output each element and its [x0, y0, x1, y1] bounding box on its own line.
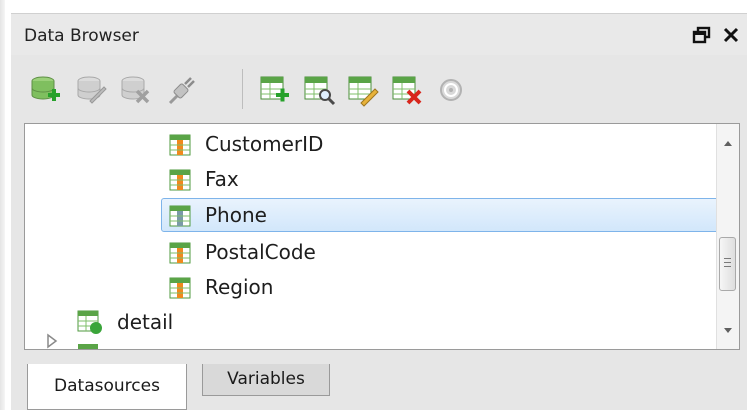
database-delete-icon[interactable] — [118, 73, 152, 107]
panel-title: Data Browser — [24, 26, 139, 46]
toolbar — [24, 65, 740, 113]
tree-item-postalcode[interactable]: PostalCode — [169, 236, 589, 268]
table-edit-icon[interactable] — [346, 73, 380, 107]
database-edit-icon[interactable] — [74, 73, 108, 107]
expand-arrow-icon[interactable] — [45, 333, 59, 349]
table-datasource-icon — [78, 344, 98, 349]
tree-item-customerid[interactable]: CustomerID — [169, 128, 589, 160]
tree-item-detail[interactable]: detail — [77, 306, 377, 338]
table-column-icon — [169, 242, 191, 264]
scroll-up-arrow-icon[interactable] — [721, 136, 735, 150]
tree-item-phone[interactable]: Phone — [161, 198, 719, 232]
thumb-grip-line — [724, 266, 731, 267]
tree-item-fax[interactable]: Fax — [169, 163, 589, 195]
plug-icon[interactable] — [164, 73, 198, 107]
table-column-icon — [169, 134, 191, 156]
table-column-icon — [169, 205, 191, 227]
tree-item-label: PostalCode — [205, 240, 316, 264]
tree-item-label: Region — [205, 275, 274, 299]
table-add-icon[interactable] — [258, 73, 292, 107]
tab-variables[interactable]: Variables — [202, 364, 330, 396]
thumb-grip-line — [724, 258, 731, 259]
tab-datasources[interactable]: Datasources — [27, 364, 187, 410]
tree-item-label: detail — [117, 310, 174, 334]
tree-item-label: Phone — [205, 203, 267, 227]
tree-item-region[interactable]: Region — [169, 271, 589, 303]
data-browser-panel: Data Browser CustomerID Fax Phone Postal… — [11, 13, 747, 410]
datasource-tree[interactable]: CustomerID Fax Phone PostalCode Region d… — [24, 123, 740, 350]
table-column-icon — [169, 277, 191, 299]
tab-bar: Datasources Variables — [27, 364, 727, 410]
table-delete-icon[interactable] — [390, 73, 424, 107]
tree-item-label: CustomerID — [205, 132, 324, 156]
scroll-down-arrow-icon[interactable] — [721, 324, 735, 338]
vertical-scrollbar[interactable] — [716, 124, 739, 349]
help-icon[interactable] — [434, 73, 468, 107]
toolbar-separator — [242, 69, 243, 109]
database-add-icon[interactable] — [28, 73, 62, 107]
table-datasource-icon — [77, 310, 102, 334]
scrollbar-thumb[interactable] — [719, 237, 736, 291]
close-icon[interactable] — [719, 21, 743, 49]
thumb-grip-line — [724, 262, 731, 263]
restore-window-icon[interactable] — [690, 21, 714, 49]
panel-titlebar: Data Browser — [11, 13, 747, 55]
tree-item-label: Fax — [205, 167, 239, 191]
table-column-icon — [169, 169, 191, 191]
table-preview-icon[interactable] — [302, 73, 336, 107]
left-edge — [0, 0, 5, 410]
